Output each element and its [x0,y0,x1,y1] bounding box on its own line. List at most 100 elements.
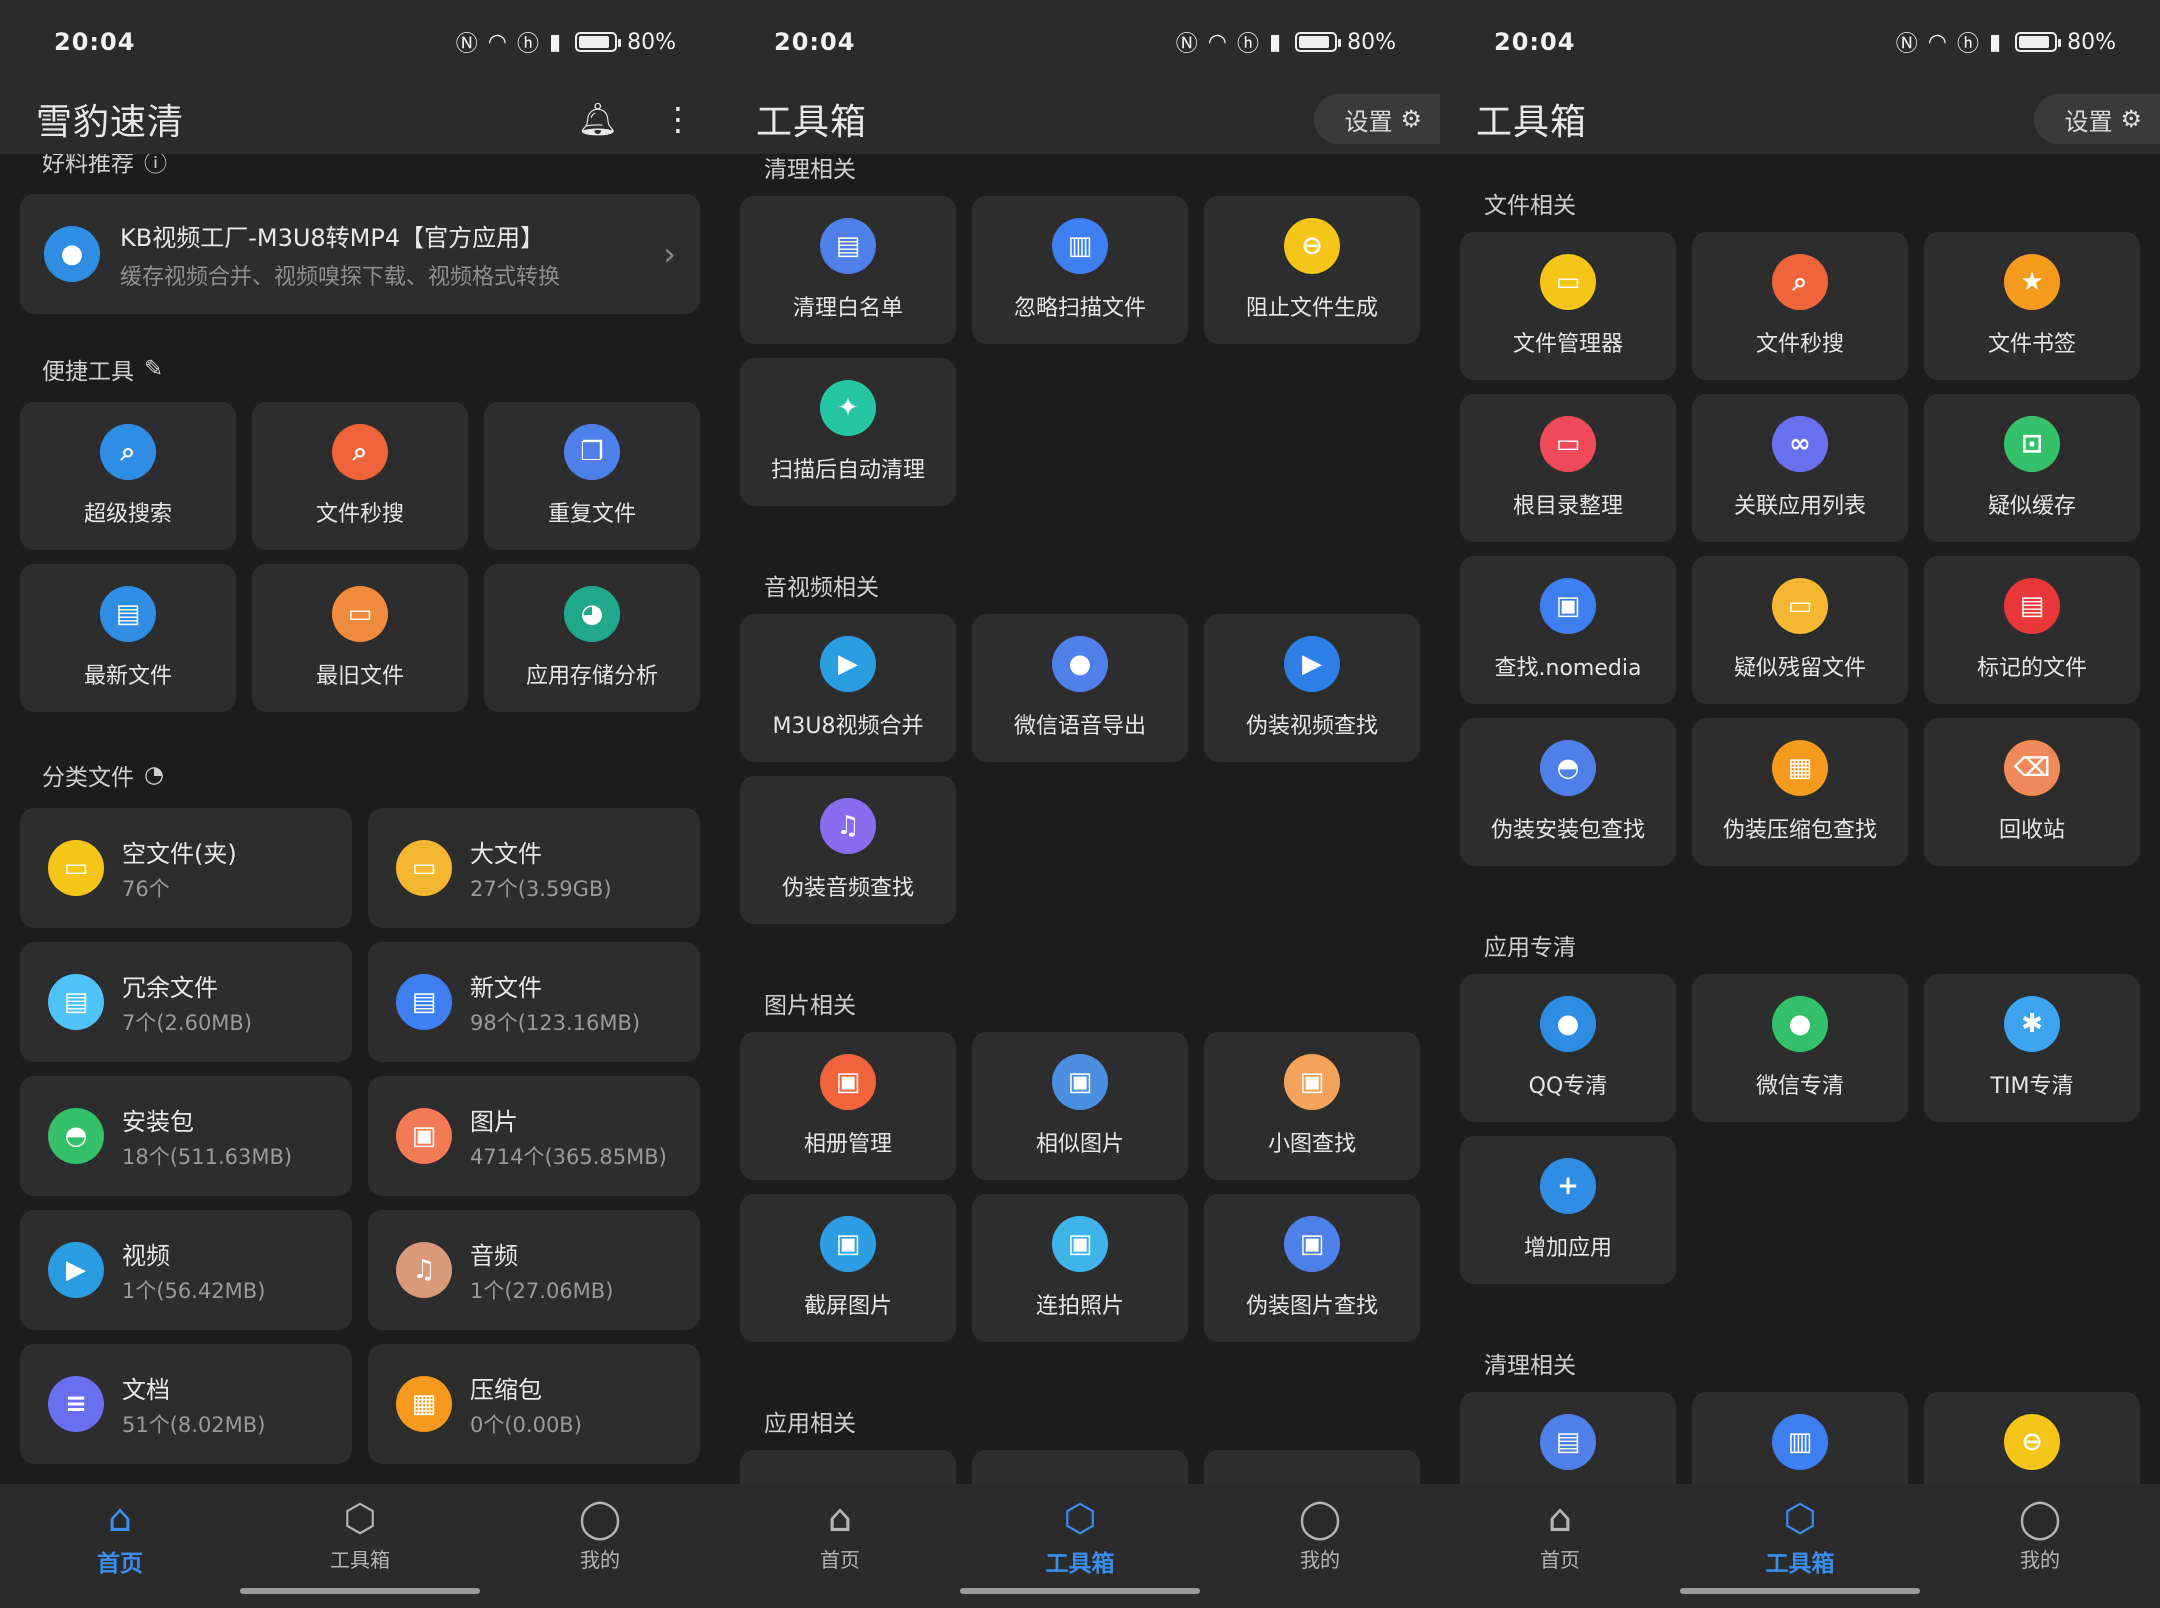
tool-tile[interactable]: ✱ TIM专清 [1924,974,2140,1122]
tool-tile[interactable]: ▤ 最新文件 [20,564,236,712]
tool-tile[interactable]: ✦ 扫描后自动清理 [740,358,956,506]
tool-label: 最新文件 [83,664,172,689]
category-card[interactable]: ◓ 安装包 18个(511.63MB) [20,1076,352,1196]
category-count: 18个(511.63MB) [122,1144,293,1169]
nav-item[interactable]: ⌂ 首页 [720,1484,960,1608]
nav-label: 首页 [820,1548,860,1572]
category-name: 视频 [122,1241,170,1270]
tool-tile[interactable]: ⊡ 疑似缓存 [1924,394,2140,542]
tool-tile[interactable]: ◕ 应用存储分析 [484,564,700,712]
tool-tile[interactable]: ⌫ 回收站 [1924,718,2140,866]
tool-tile[interactable]: ▣ 伪装图片查找 [1204,1194,1420,1342]
tool-tile[interactable]: ▶ 伪装视频查找 [1204,614,1420,762]
section-header: 文件相关 [1484,193,1576,219]
toolbox-content[interactable]: 文件相关 ▭ 文件管理器 ⌕ 文件秒搜 ★ 文件书签 ▭ 根目录整理 ∞ 关联应用列表 ⊡ 疑似缓存 ▣ 查… [1440,154,2160,1484]
status-time: 20:04 [1494,28,1576,56]
ignore-file-icon: ▥ [1052,218,1108,274]
hd-icon: ⓗ [516,32,539,57]
screen-toolbox-scrolled: 20:04 Ⓝ ◠ ⓗ ▮ 80% 工具箱 设置 ⚙ 文件相关 ▭ 文件管理器 ⌕ 文件… [1440,0,2160,1608]
tool-tile[interactable]: ● QQ专清 [1460,974,1676,1122]
edit-icon[interactable]: ✎ [144,356,163,382]
section-grid: ▣ 相册管理 ▣ 相似图片 ▣ 小图查找 ▣ 截屏图片 ▣ 连拍照片 ▣ 伪装图片查找 [740,1032,1420,1342]
tool-tile[interactable]: ▣ 查找.nomedia [1460,556,1676,704]
nfc-icon: Ⓝ [455,32,478,57]
nav-label: 首页 [97,1551,143,1577]
bell-icon[interactable]: 🔔︎ [577,100,618,138]
tool-tile[interactable]: ⌕ 文件秒搜 [1692,232,1908,380]
home-icon: ⌂ [827,1496,853,1540]
tool-tile[interactable]: ∞ 关联应用列表 [1692,394,1908,542]
battery-icon [575,32,622,52]
settings-button[interactable]: 设置 ⚙ [1314,94,1440,144]
category-card[interactable]: ▤ 冗余文件 7个(2.60MB) [20,942,352,1062]
ignore-file-icon: ▥ [1772,1414,1828,1470]
plus-icon: + [1540,1158,1596,1214]
tool-tile[interactable]: ▦ 伪装压缩包查找 [1692,718,1908,866]
tool-tile[interactable]: + 增加应用 [1460,1136,1676,1284]
category-card[interactable]: ≡ 文档 51个(8.02MB) [20,1344,352,1464]
help-icon[interactable]: ⓘ [144,154,167,178]
signal-icon: ▮ [548,29,562,55]
settings-button[interactable]: 设置 ⚙ [2034,94,2160,144]
nav-item[interactable]: ⌂ 首页 [1440,1484,1680,1608]
tool-tile[interactable]: ▤清理白名单 [1460,1392,1676,1484]
video-merge-icon: ▶ [820,636,876,692]
tool-tile[interactable]: ▥忽略扫描文件 [972,196,1188,344]
tool-tile[interactable]: ♫ 伪装音频查找 [740,776,956,924]
document-icon: ≡ [48,1376,104,1432]
category-card[interactable]: ♫ 音频 1个(27.06MB) [368,1210,700,1330]
tool-tile[interactable]: ⊖阻止文件生成 [1204,196,1420,344]
tool-tile[interactable]: ▭ 根目录整理 [1460,394,1676,542]
wifi-icon: ◠ [1207,29,1227,55]
tool-tile[interactable]: ▭ 文件管理器 [1460,232,1676,380]
tool-label: 疑似残留文件 [1733,656,1866,681]
tool-tile[interactable]: ▣ 连拍照片 [972,1194,1188,1342]
tool-tile[interactable]: ● 微信语音导出 [972,614,1188,762]
tool-label: 伪装音频查找 [781,876,914,901]
category-name: 图片 [470,1107,518,1136]
nav-item[interactable]: ⌂ 首页 [0,1484,240,1608]
tool-tile[interactable]: ⌕ 超级搜索 [20,402,236,550]
tool-tile[interactable]: ▶ M3U8视频合并 [740,614,956,762]
tool-tile[interactable]: ❐ 重复文件 [484,402,700,550]
tool-tile[interactable]: ✦ [1204,1450,1420,1484]
tool-tile[interactable]: ▤ 标记的文件 [1924,556,2140,704]
tool-tile[interactable]: ▭ 最旧文件 [252,564,468,712]
category-card[interactable]: ▶ 视频 1个(56.42MB) [20,1210,352,1330]
nav-item[interactable]: ◯ 我的 [1200,1484,1440,1608]
recommend-banner[interactable]: ● KB视频工厂-M3U8转MP4【官方应用】 缓存视频合并、视频嗅探下载、视频… [20,194,700,314]
more-menu-icon[interactable]: ⋮ [662,100,694,138]
home-content[interactable]: 好料推荐 ⓘ ● KB视频工厂-M3U8转MP4【官方应用】 缓存视频合并、视频… [0,154,720,1484]
tool-tile[interactable]: ◓ 伪装安装包查找 [1460,718,1676,866]
tim-icon: ✱ [2004,996,2060,1052]
category-card[interactable]: ▤ 新文件 98个(123.16MB) [368,942,700,1062]
status-bar: 20:04 Ⓝ ◠ ⓗ ▮ 80% [720,0,1440,84]
tool-tile[interactable]: ◓ [740,1450,956,1484]
toolbox-content[interactable]: 清理相关 ▤ 清理白名单 ▥ 忽略扫描文件 ⊖ 阻止文件生成 ✦ 扫描后自动清理 音视频相关 ▶ M3… [720,154,1440,1484]
nav-item[interactable]: ◯ 我的 [480,1484,720,1608]
tool-tile[interactable]: ★ 文件书签 [1924,232,2140,380]
category-card[interactable]: ▭ 大文件 27个(3.59GB) [368,808,700,928]
battery-level: 80% [627,29,676,55]
tool-tile[interactable]: ▣ 相册管理 [740,1032,956,1180]
tool-tile[interactable]: ● 微信专清 [1692,974,1908,1122]
tool-tile[interactable]: ▣ 截屏图片 [740,1194,956,1342]
category-card[interactable]: ▦ 压缩包 0个(0.00B) [368,1344,700,1464]
tool-tile[interactable]: ▤清理白名单 [740,196,956,344]
tool-tile[interactable]: ▣ 小图查找 [1204,1032,1420,1180]
tool-label: 微信语音导出 [1013,714,1146,739]
tool-tile[interactable]: ⌕ 文件秒搜 [252,402,468,550]
tool-tile[interactable]: ⊖阻止文件生成 [1924,1392,2140,1484]
category-card[interactable]: ▭ 空文件(夹) 76个 [20,808,352,928]
category-card[interactable]: ▣ 图片 4714个(365.85MB) [368,1076,700,1196]
nav-label: 我的 [2020,1548,2060,1572]
home-indicator [240,1588,480,1594]
video-find-icon: ▶ [1284,636,1340,692]
tool-tile[interactable]: ▥忽略扫描文件 [1692,1392,1908,1484]
tool-tile[interactable]: ▭ [972,1450,1188,1484]
tool-label: 关联应用列表 [1733,494,1866,519]
tool-tile[interactable]: ▭ 疑似残留文件 [1692,556,1908,704]
nav-item[interactable]: ◯ 我的 [1920,1484,2160,1608]
audio-icon: ♫ [396,1242,452,1298]
tool-tile[interactable]: ▣ 相似图片 [972,1032,1188,1180]
